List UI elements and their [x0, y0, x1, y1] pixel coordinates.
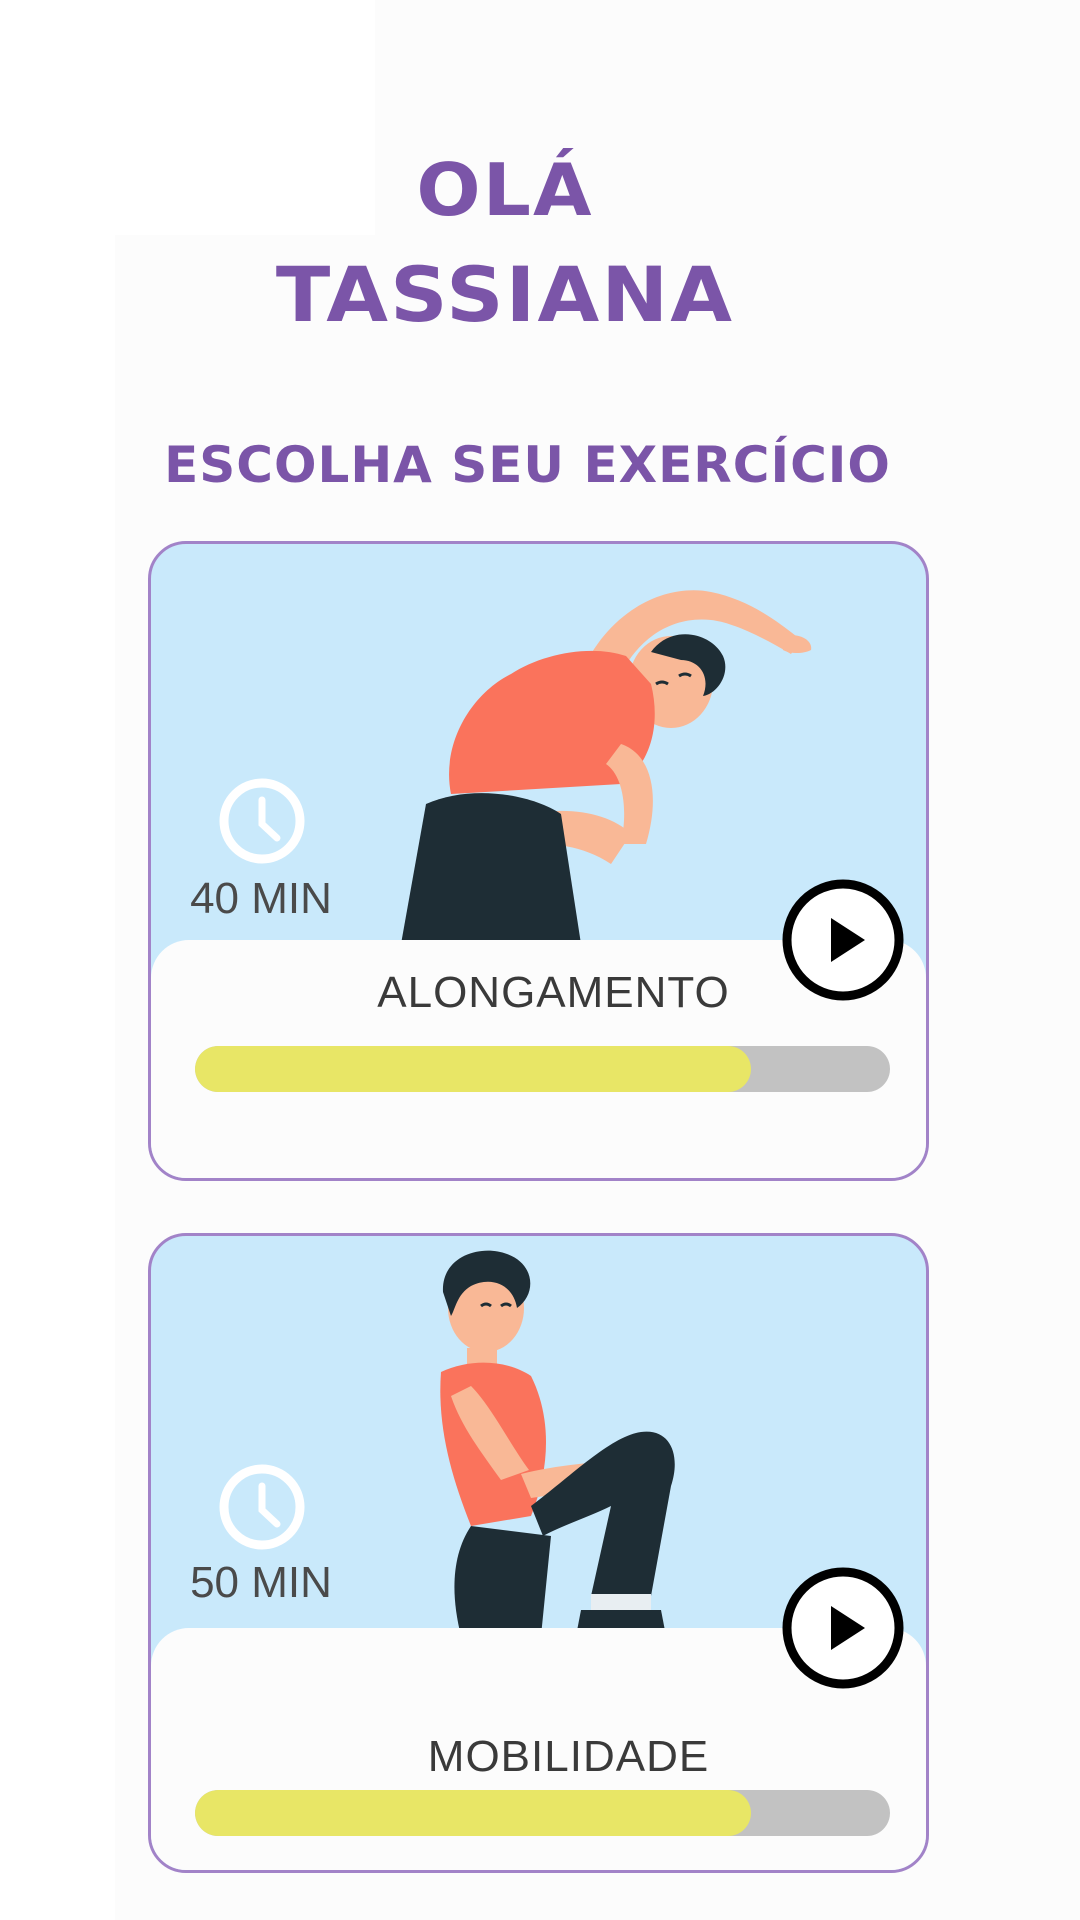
exercise-progress-bar	[195, 1790, 890, 1836]
exercise-progress-bar	[195, 1046, 890, 1092]
greeting-name: TASSIANA	[275, 250, 735, 339]
exercise-card-mobilidade[interactable]: 50 MIN MOBILIDADE	[148, 1233, 929, 1873]
play-icon[interactable]	[781, 1566, 905, 1690]
exercise-card-alongamento[interactable]: 40 MIN ALONGAMENTO	[148, 541, 929, 1181]
exercise-duration: 40 MIN	[190, 874, 332, 923]
progress-fill	[195, 1790, 751, 1836]
clock-icon	[219, 1464, 305, 1550]
clock-icon	[219, 778, 305, 864]
exercise-duration: 50 MIN	[190, 1558, 332, 1607]
progress-fill	[195, 1046, 751, 1092]
page-subtitle: ESCOLHA SEU EXERCÍCIO	[164, 436, 891, 494]
greeting-line1: OLÁ	[416, 148, 594, 232]
exercise-name: MOBILIDADE	[427, 1732, 710, 1781]
play-icon[interactable]	[781, 878, 905, 1002]
